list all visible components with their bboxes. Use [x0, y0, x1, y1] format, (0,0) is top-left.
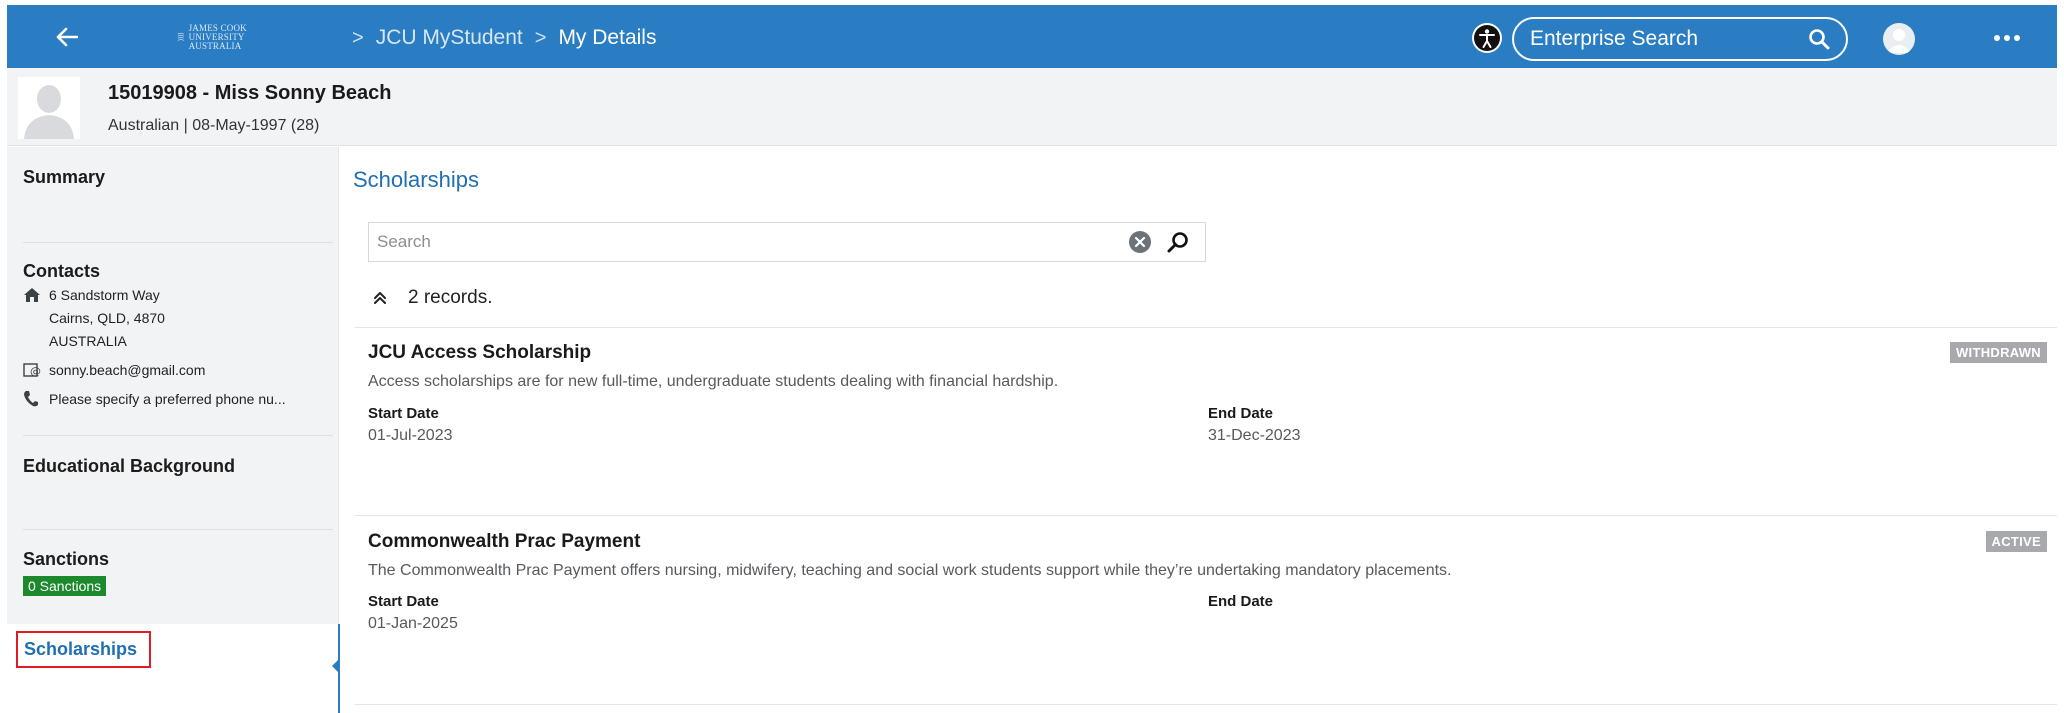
scholarship-title[interactable]: Commonwealth Prac Payment — [368, 531, 640, 553]
enterprise-search-input[interactable]: Enterprise Search — [1512, 17, 1848, 61]
status-badge: ACTIVE — [1985, 531, 2047, 552]
sidebar-active-notch — [332, 659, 339, 673]
sidebar-divider — [23, 435, 333, 436]
address-lines: 6 Sandstorm Way Cairns, QLD, 4870 AUSTRA… — [49, 284, 165, 353]
contact-address: 6 Sandstorm Way Cairns, QLD, 4870 AUSTRA… — [23, 284, 339, 353]
sidebar-educational-background-title[interactable]: Educational Background — [23, 456, 339, 477]
scholarship-card[interactable]: Commonwealth Prac Payment The Commonweal… — [355, 517, 2057, 705]
contact-email-text[interactable]: sonny.beach@gmail.com — [49, 359, 205, 382]
search-icon[interactable] — [1808, 28, 1830, 50]
search-button[interactable] — [1163, 227, 1193, 257]
sidebar-divider — [23, 529, 333, 530]
breadcrumb-jcu-mystudent[interactable]: JCU MyStudent — [376, 26, 523, 50]
profile-photo — [18, 77, 80, 139]
profile-placeholder-icon — [18, 77, 80, 139]
email-icon: @ — [23, 359, 49, 381]
student-name: 15019908 - Miss Sonny Beach — [108, 82, 392, 104]
scholarship-search-input[interactable]: Search — [368, 222, 1206, 262]
more-dot — [2004, 35, 2010, 41]
sidebar-sanctions-title[interactable]: Sanctions — [23, 549, 339, 570]
address-line-3: AUSTRALIA — [49, 333, 127, 349]
magnifier-icon — [1167, 232, 1188, 253]
start-date-value: 01-Jul-2023 — [368, 427, 453, 444]
more-dot — [1994, 35, 2000, 41]
sidebar-educational-background[interactable]: Educational Background — [7, 456, 339, 477]
sidebar-summary-title[interactable]: Summary — [23, 167, 339, 188]
address-line-1: 6 Sandstorm Way — [49, 287, 160, 303]
back-button[interactable] — [47, 19, 87, 55]
sidebar-item-scholarships[interactable]: Scholarships — [16, 631, 152, 668]
scholarship-description: The Commonwealth Prac Payment offers nur… — [368, 562, 1452, 579]
scholarship-card[interactable]: JCU Access Scholarship Access scholarshi… — [355, 328, 2057, 516]
chevron-up-double-icon[interactable] — [370, 288, 390, 308]
contact-email[interactable]: @ sonny.beach@gmail.com — [23, 359, 339, 382]
scholarship-description: Access scholarships are for new full-tim… — [368, 373, 1059, 390]
contact-phone[interactable]: Please specify a preferred phone nu... — [23, 388, 339, 411]
sanctions-badge: 0 Sanctions — [23, 576, 107, 596]
end-date-label: End Date — [1208, 593, 1274, 610]
back-arrow-icon — [56, 27, 78, 47]
records-summary: 2 records. — [370, 287, 492, 309]
accessibility-button[interactable] — [1472, 23, 1502, 53]
sidebar-summary[interactable]: Summary — [7, 167, 339, 188]
university-logo[interactable]: JAMES COOK UNIVERSITY AUSTRALIA — [177, 20, 261, 54]
more-dot — [2014, 35, 2020, 41]
sidebar-divider — [23, 242, 333, 243]
logo-mark-icon — [177, 32, 184, 41]
accessibility-icon — [1474, 25, 1500, 51]
profile-header: 15019908 - Miss Sonny Beach Australian |… — [7, 68, 2057, 146]
address-line-2: Cairns, QLD, 4870 — [49, 310, 165, 326]
breadcrumb-my-details: My Details — [558, 26, 657, 49]
enterprise-search-placeholder: Enterprise Search — [1530, 27, 1699, 50]
sidebar-contacts-title[interactable]: Contacts — [23, 261, 339, 282]
top-bar-inner: JAMES COOK UNIVERSITY AUSTRALIA > JCU My… — [7, 5, 2057, 68]
sidebar-sanctions[interactable]: Sanctions 0 Sanctions — [7, 549, 339, 596]
sidebar: Summary Contacts 6 Sandstorm Way Cairns,… — [7, 147, 341, 713]
breadcrumb-separator: > — [534, 26, 547, 49]
breadcrumb: > JCU MyStudent > My Details — [340, 23, 656, 53]
student-details: Australian | 08-May-1997 (28) — [108, 117, 320, 134]
start-date-value: 01-Jan-2025 — [368, 615, 458, 632]
page-title: Scholarships — [353, 167, 479, 192]
records-count: 2 records. — [408, 287, 493, 308]
home-icon — [23, 284, 49, 306]
end-date-label: End Date — [1208, 405, 1274, 422]
top-bar: JAMES COOK UNIVERSITY AUSTRALIA > JCU My… — [0, 0, 2064, 68]
main-content: Scholarships Search 2 records. JCU Acces… — [340, 147, 2057, 713]
breadcrumb-separator: > — [352, 26, 364, 49]
phone-icon — [23, 388, 49, 410]
user-avatar-icon — [1887, 29, 1911, 53]
status-badge: WITHDRAWN — [1949, 342, 2047, 363]
contact-phone-text[interactable]: Please specify a preferred phone nu... — [49, 388, 286, 411]
svg-text:@: @ — [30, 365, 41, 378]
more-icon[interactable] — [1990, 23, 2024, 53]
end-date-value: 31-Dec-2023 — [1208, 427, 1301, 444]
sidebar-contacts[interactable]: Contacts 6 Sandstorm Way Cairns, QLD, 48… — [7, 261, 339, 411]
scholarship-search-placeholder: Search — [377, 232, 431, 251]
start-date-label: Start Date — [368, 405, 439, 422]
logo-text: JAMES COOK UNIVERSITY AUSTRALIA — [188, 22, 247, 51]
clear-icon[interactable] — [1129, 231, 1151, 253]
start-date-label: Start Date — [368, 593, 439, 610]
user-avatar-button[interactable] — [1883, 23, 1915, 55]
scholarship-title[interactable]: JCU Access Scholarship — [368, 342, 591, 364]
